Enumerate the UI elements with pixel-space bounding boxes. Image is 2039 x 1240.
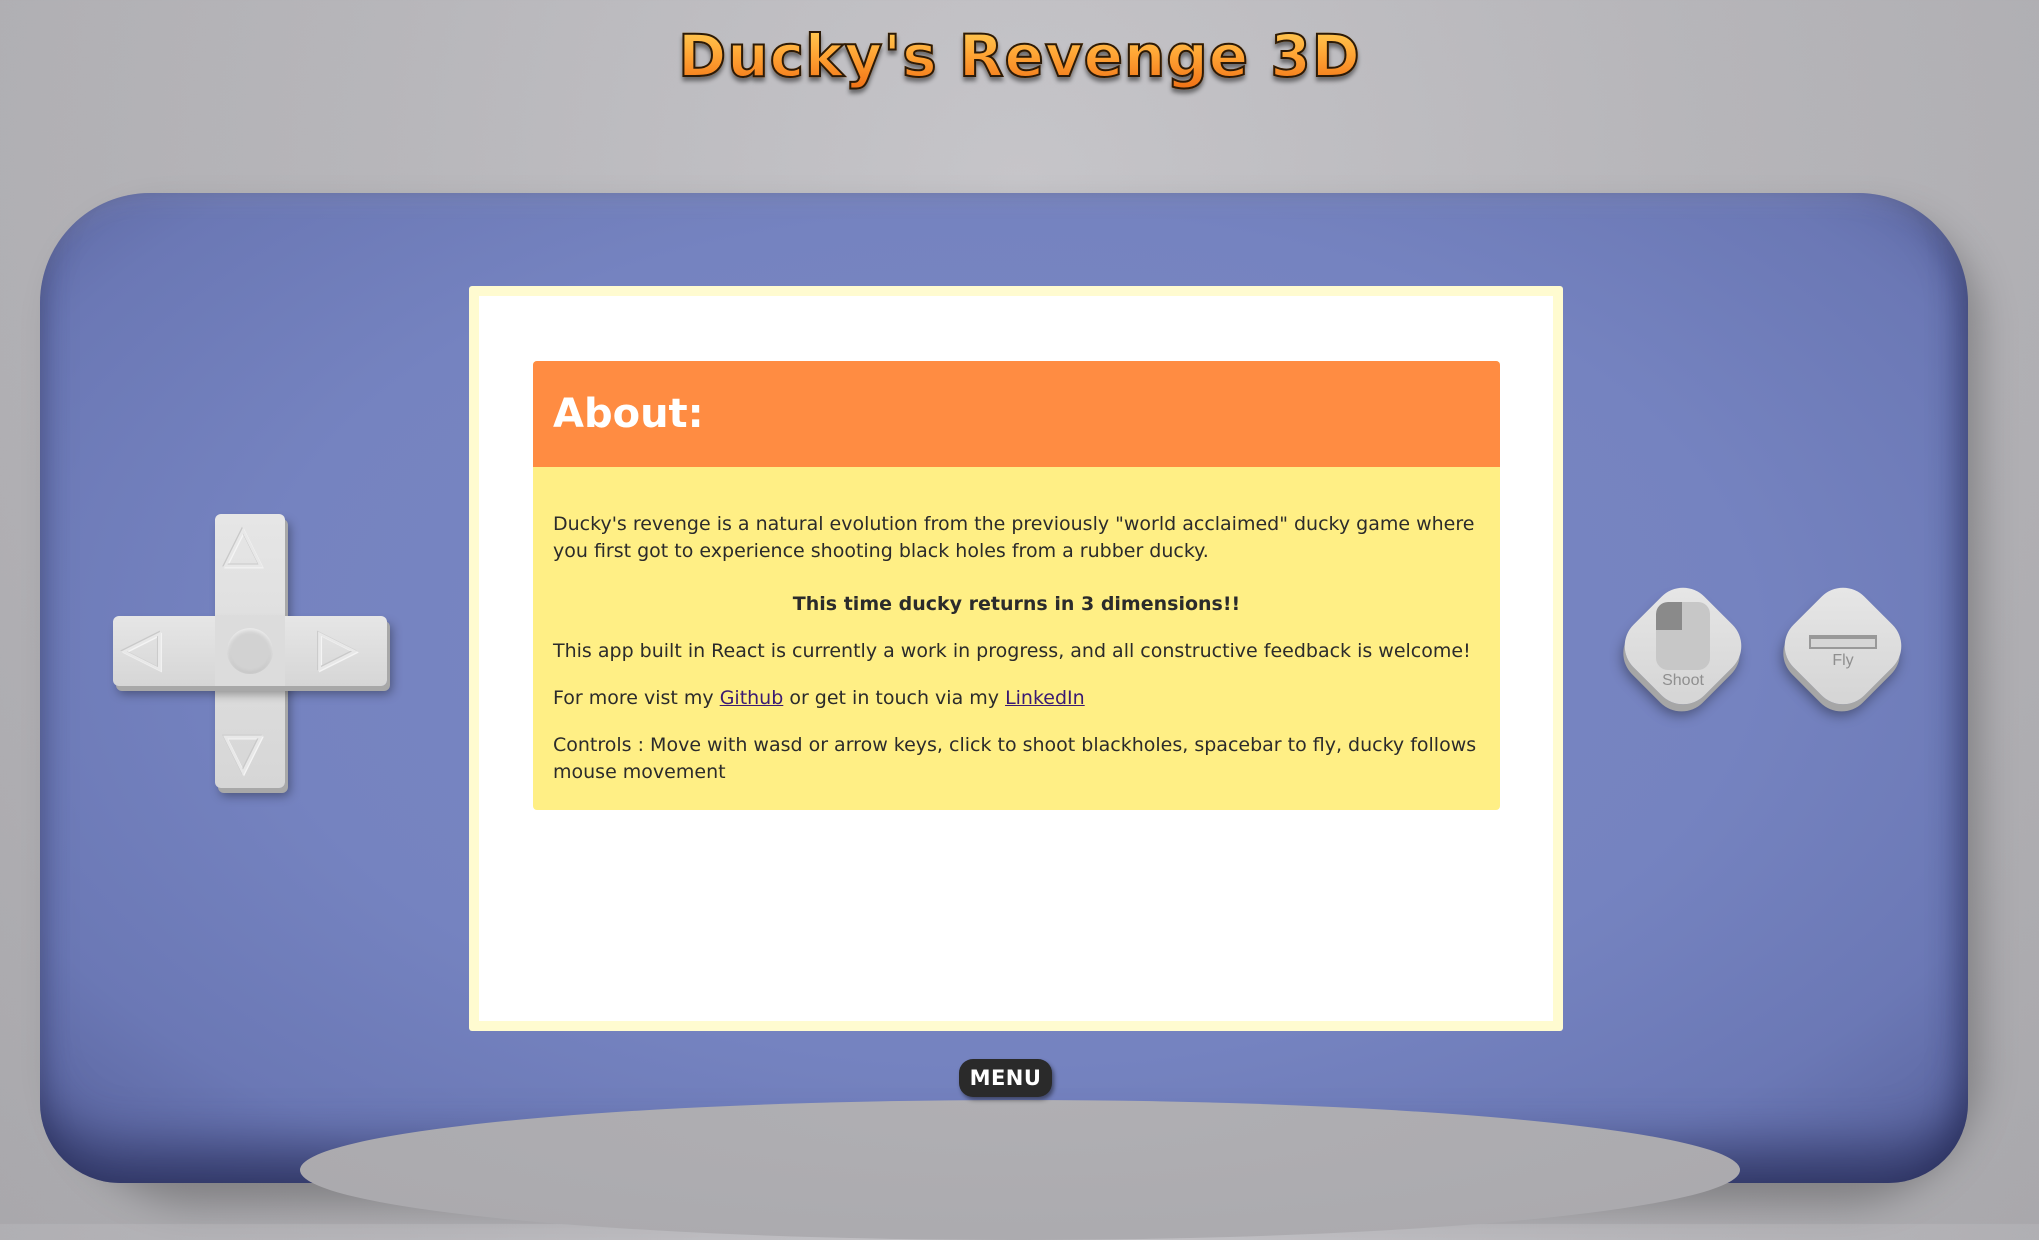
linkedin-link[interactable]: LinkedIn: [1005, 687, 1085, 709]
mouse-left-button-icon: [1656, 602, 1682, 630]
screen-frame: About: Ducky's revenge is a natural evol…: [469, 286, 1563, 1031]
fly-label: Fly: [1832, 652, 1854, 669]
game-title: Ducky's Revenge 3D: [0, 21, 2039, 91]
about-paragraph-intro: Ducky's revenge is a natural evolution f…: [553, 513, 1475, 562]
shoot-label: Shoot: [1662, 672, 1704, 689]
console-bottom-curve: [300, 1100, 1740, 1240]
dpad-left-arrow-icon[interactable]: ◁: [121, 622, 161, 674]
dpad-center-dot: [227, 628, 273, 674]
spacebar-icon: [1809, 635, 1877, 649]
dpad-up-arrow-icon[interactable]: △: [223, 518, 263, 570]
about-paragraph-progress: This app built in React is currently a w…: [553, 640, 1471, 662]
fly-button[interactable]: Fly: [1772, 575, 1914, 717]
menu-button[interactable]: MENU: [959, 1059, 1052, 1097]
dpad-right-arrow-icon[interactable]: ▷: [318, 622, 358, 674]
more-middle-text: or get in touch via my: [783, 687, 1006, 709]
game-screen: About: Ducky's revenge is a natural evol…: [479, 296, 1553, 1021]
more-prefix-text: For more vist my: [553, 687, 720, 709]
mouse-icon: [1656, 602, 1710, 670]
about-links-line: For more vist my Github or get in touch …: [553, 685, 1480, 712]
dpad-down-arrow-icon[interactable]: ▽: [223, 726, 263, 778]
about-controls: Controls : Move with wasd or arrow keys,…: [553, 734, 1477, 783]
github-link[interactable]: Github: [720, 687, 784, 709]
dpad[interactable]: △ ▽ ◁ ▷: [113, 514, 388, 789]
about-heading: About:: [533, 361, 1500, 467]
about-body: Ducky's revenge is a natural evolution f…: [533, 467, 1500, 810]
shoot-button[interactable]: Shoot: [1612, 575, 1754, 717]
about-highlight: This time ducky returns in 3 dimensions!…: [792, 593, 1241, 615]
about-card: About: Ducky's revenge is a natural evol…: [533, 361, 1500, 810]
